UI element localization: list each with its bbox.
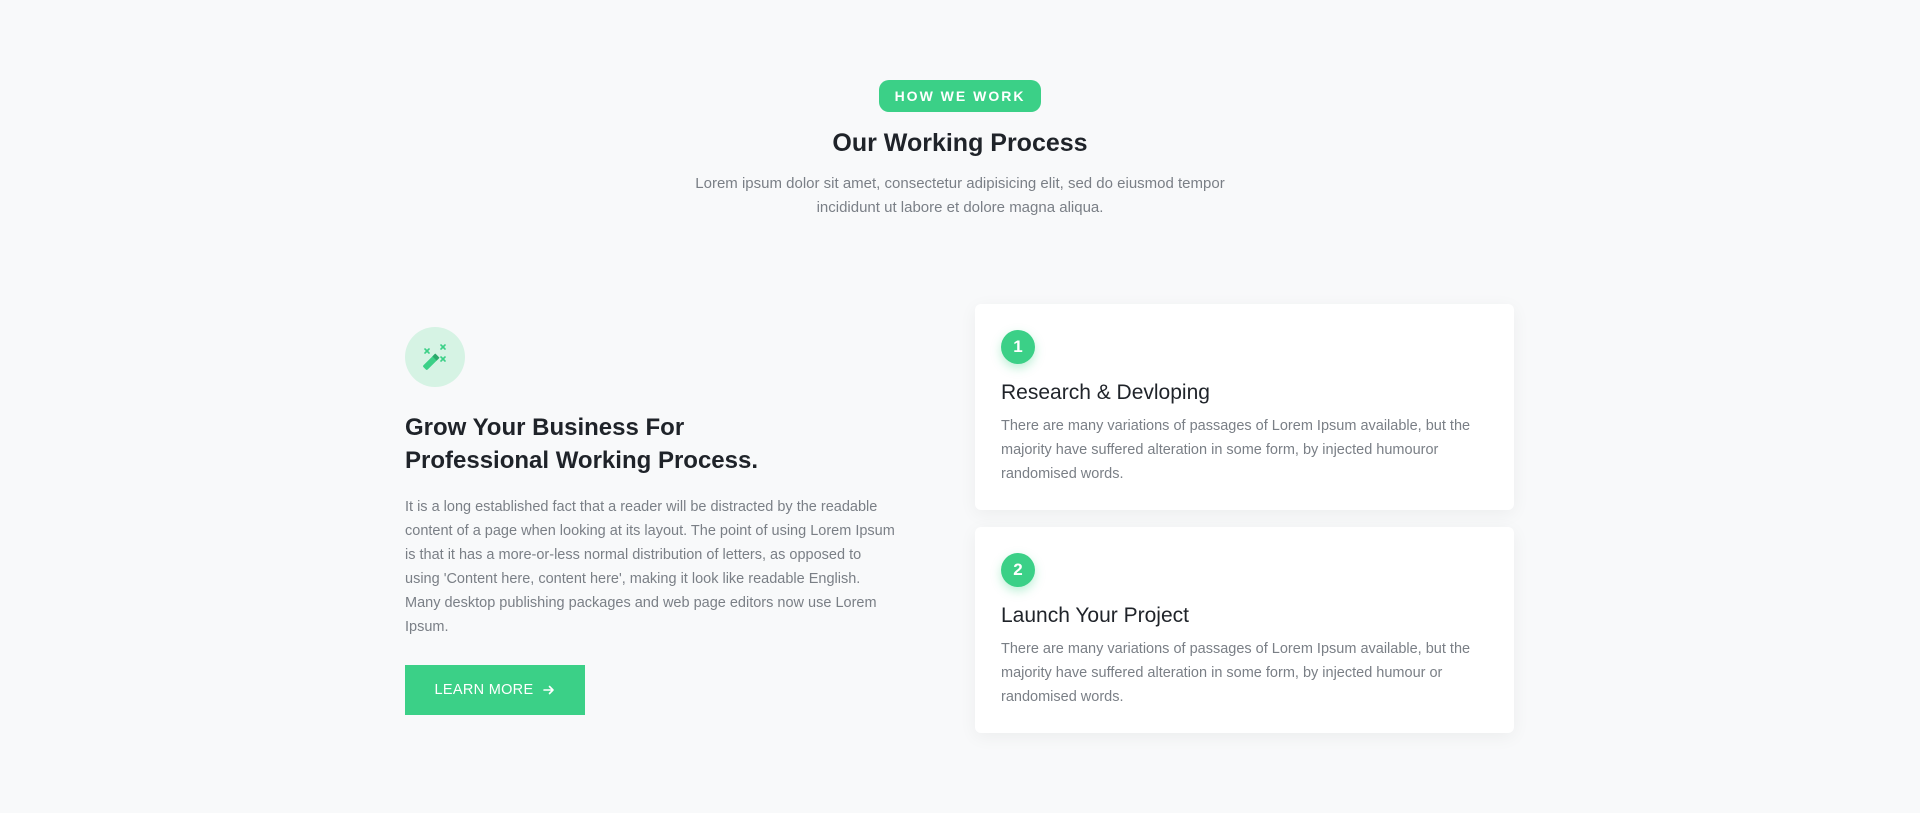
section-description: Lorem ipsum dolor sit amet, consectetur … — [695, 175, 1225, 216]
feature-text: It is a long established fact that a rea… — [405, 499, 895, 635]
step-title: Research & Devloping — [1001, 381, 1210, 404]
process-step-card: 1 Research & Devloping There are many va… — [975, 304, 1514, 510]
step-number-badge: 2 — [1001, 553, 1035, 587]
step-title: Launch Your Project — [1001, 604, 1189, 627]
section-title: Our Working Process — [832, 129, 1088, 157]
step-text: There are many variations of passages of… — [1001, 418, 1471, 482]
learn-more-button[interactable]: LEARN MORE — [405, 665, 585, 715]
process-step-card: 2 Launch Your Project There are many var… — [975, 527, 1514, 733]
step-text: There are many variations of passages of… — [1001, 641, 1471, 705]
magic-wand-icon-graphic — [423, 344, 446, 370]
feature-column: Grow Your Business For Professional Work… — [405, 327, 895, 715]
magic-wand-icon — [405, 327, 465, 387]
feature-title: Grow Your Business For Professional Work… — [405, 414, 759, 474]
step-number-badge: 1 — [1001, 330, 1035, 364]
arrow-right-icon — [543, 685, 555, 695]
section-header: HOW WE WORK Our Working Process Lorem ip… — [0, 80, 1920, 220]
section-badge: HOW WE WORK — [878, 80, 1042, 112]
learn-more-label: LEARN MORE — [434, 682, 534, 698]
